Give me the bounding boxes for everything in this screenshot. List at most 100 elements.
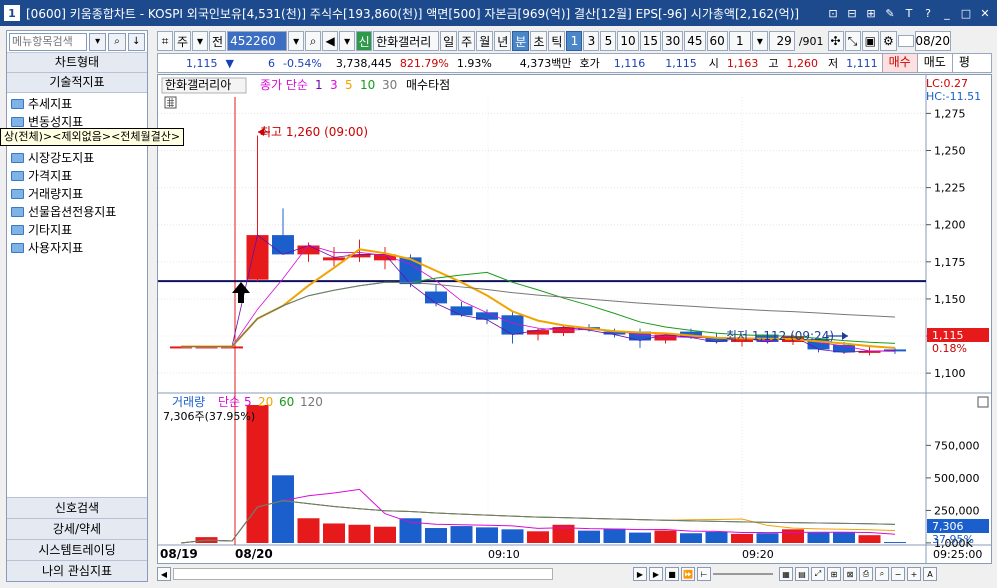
system-trading-button[interactable]: 시스템트레이딩: [7, 539, 147, 560]
interval-30[interactable]: 30: [661, 31, 684, 51]
app-icon[interactable]: 1: [4, 5, 20, 21]
font-icon[interactable]: T: [901, 5, 917, 21]
trade-amount: 4,373백만: [519, 57, 572, 70]
price-volume-chart[interactable]: 1,2751,2501,2251,2001,1751,1501,1251,100…: [158, 75, 991, 563]
volume-bar: [756, 533, 779, 543]
scroll-left-icon[interactable]: ◀: [157, 567, 171, 581]
stock-code-input[interactable]: 452260: [227, 31, 288, 51]
period-week[interactable]: 주: [458, 31, 476, 51]
layout-icon[interactable]: ⊟: [844, 5, 860, 21]
chart-type-header[interactable]: 차트형태: [7, 53, 147, 73]
print-icon[interactable]: ⎙: [859, 567, 873, 581]
period-second[interactable]: 초: [530, 31, 548, 51]
period-month[interactable]: 월: [476, 31, 494, 51]
zoom-icon[interactable]: ⌕: [875, 567, 889, 581]
tree-item-volume[interactable]: 거래량지표: [7, 185, 147, 203]
zoom-slider-icon[interactable]: ⊢: [697, 567, 711, 581]
zoom-slider[interactable]: [713, 573, 773, 575]
menu-search-input[interactable]: [9, 32, 87, 51]
code-dropdown-icon[interactable]: ▾: [288, 31, 305, 51]
sound-dropdown-icon[interactable]: ▾: [339, 31, 356, 51]
strength-button[interactable]: 강세/약세: [7, 518, 147, 539]
interval-1[interactable]: 1: [566, 31, 583, 51]
date-input[interactable]: 08/20: [914, 31, 951, 51]
tree-item-market-strength[interactable]: 시장강도지표: [7, 149, 147, 167]
jong-select[interactable]: 주: [174, 31, 192, 51]
zoom-in-icon[interactable]: +: [907, 567, 921, 581]
tech-indicator-header[interactable]: 기술적지표: [7, 73, 147, 93]
interval-5[interactable]: 5: [600, 31, 617, 51]
tree-item-trend[interactable]: 추세지표: [7, 95, 147, 113]
gear-icon[interactable]: ⚙: [879, 31, 897, 51]
play-step-icon[interactable]: ▶: [649, 567, 663, 581]
sell-button[interactable]: 매도: [916, 54, 952, 72]
volume-value: 3,738,445: [335, 56, 392, 70]
interval-45[interactable]: 45: [684, 31, 706, 51]
volume-pane-close-icon[interactable]: [977, 396, 989, 408]
tree-item-etc[interactable]: 기타지표: [7, 221, 147, 239]
link-icon[interactable]: ⊡: [825, 5, 841, 21]
interval-3[interactable]: 3: [583, 31, 600, 51]
chart-tool5-icon[interactable]: ⊠: [843, 567, 857, 581]
pin-icon[interactable]: ✎: [882, 5, 898, 21]
chart-tool4-icon[interactable]: ⊞: [827, 567, 841, 581]
chart-area[interactable]: 1,2751,2501,2251,2001,1751,1501,1251,100…: [157, 74, 992, 564]
current-pct-tag: 0.18%: [932, 342, 967, 355]
interval-10[interactable]: 10: [617, 31, 639, 51]
new-badge[interactable]: 신: [356, 31, 373, 51]
sound-icon[interactable]: ◀: [322, 31, 339, 51]
tree-item-user[interactable]: 사용자지표: [7, 239, 147, 257]
volume-bar: [374, 526, 396, 543]
settings-icon[interactable]: ⌗: [157, 31, 173, 51]
signal-search-button[interactable]: 신호검색: [7, 497, 147, 518]
volume-ma-60: 60: [279, 395, 294, 409]
period-tick[interactable]: 틱: [548, 31, 566, 51]
minimize-icon[interactable]: _: [939, 5, 955, 21]
tool1-icon[interactable]: ✣: [827, 31, 844, 51]
save-icon[interactable]: ▣: [861, 31, 879, 51]
volume-bar: [272, 475, 294, 543]
tree-item-futures[interactable]: 선물옵션전용지표: [7, 203, 147, 221]
tool2-icon[interactable]: ⤡: [844, 31, 861, 51]
chart-tool3-icon[interactable]: ⤢: [811, 567, 825, 581]
candle: [527, 330, 549, 335]
page-total: /901: [798, 34, 824, 48]
interval-15[interactable]: 15: [639, 31, 661, 51]
code-search-icon[interactable]: ⌕: [305, 31, 322, 51]
page-input[interactable]: 29: [768, 31, 795, 51]
date-checkbox[interactable]: [897, 35, 914, 47]
count-input[interactable]: 1: [728, 31, 751, 51]
layout2-icon[interactable]: ⊞: [863, 5, 879, 21]
chart-scrollbar[interactable]: ◀ ▶ ▶ ■ ⏩ ⊢ ▦ ▤ ⤢ ⊞ ⊠ ⎙ ⌕ − + A: [157, 565, 992, 583]
ma-legend-10: 10: [360, 78, 375, 92]
buy-button[interactable]: 매수: [881, 54, 917, 72]
scroll-track[interactable]: [173, 568, 553, 580]
jong-dropdown-icon[interactable]: ▾: [192, 31, 209, 51]
period-year[interactable]: 년: [494, 31, 512, 51]
fast-forward-icon[interactable]: ⏩: [681, 567, 695, 581]
download-icon[interactable]: ↓: [127, 32, 145, 51]
buy-point-legend: 매수타점: [406, 78, 450, 92]
volume-bar: [833, 531, 855, 543]
my-indicators-button[interactable]: 나의 관심지표: [7, 560, 147, 581]
text-icon[interactable]: A: [923, 567, 937, 581]
interval-60[interactable]: 60: [706, 31, 728, 51]
count-dropdown-icon[interactable]: ▾: [751, 31, 768, 51]
dropdown-icon[interactable]: ▾: [89, 32, 107, 51]
chart-tool-icon[interactable]: ▦: [779, 567, 793, 581]
grid-toggle-icon[interactable]: [164, 96, 177, 109]
help-icon[interactable]: ?: [920, 5, 936, 21]
jeon-select[interactable]: 전: [209, 31, 227, 51]
search-icon[interactable]: ⌕: [108, 32, 126, 51]
period-day[interactable]: 일: [440, 31, 458, 51]
zoom-out-icon[interactable]: −: [891, 567, 905, 581]
chart-tool2-icon[interactable]: ▤: [795, 567, 809, 581]
tree-item-price[interactable]: 가격지표: [7, 167, 147, 185]
period-minute[interactable]: 분: [512, 31, 530, 51]
stop-icon[interactable]: ■: [665, 567, 679, 581]
eval-button[interactable]: 평: [951, 54, 976, 72]
close-icon[interactable]: ✕: [977, 5, 993, 21]
maximize-icon[interactable]: □: [958, 5, 974, 21]
low-annotation: 최저 1,112 (09:24): [726, 329, 834, 343]
play-icon[interactable]: ▶: [633, 567, 647, 581]
